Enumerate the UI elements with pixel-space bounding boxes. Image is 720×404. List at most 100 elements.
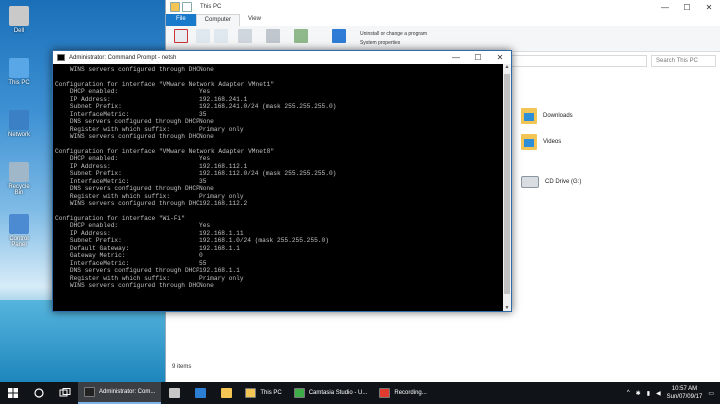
- task-view-icon[interactable]: [52, 382, 78, 404]
- folder-videos[interactable]: Videos: [521, 134, 561, 150]
- file-explorer-icon-glyph: [220, 388, 232, 398]
- desktop-icon-label: Recycle Bin: [8, 184, 30, 196]
- quick-access-icon[interactable]: [182, 2, 192, 12]
- config-value: None: [199, 185, 214, 193]
- config-line: Default Gateway: 192.168.1.1: [55, 245, 503, 252]
- config-line: IP Address: 192.168.241.1: [55, 96, 503, 103]
- config-line: Subnet Prefix: 192.168.112.0/24 (mask 255…: [55, 170, 503, 177]
- edge-icon[interactable]: [187, 382, 213, 404]
- config-key: IP Address:: [55, 162, 111, 170]
- config-value: Yes: [199, 222, 211, 230]
- config-key: DHCP enabled:: [55, 88, 119, 96]
- config-line: Subnet Prefix: 192.168.241.0/24 (mask 255…: [55, 103, 503, 110]
- config-value: Yes: [199, 155, 211, 163]
- maximize-button[interactable]: ☐: [676, 3, 698, 12]
- tab-file[interactable]: File: [166, 14, 196, 26]
- config-key: WINS servers configured through DHCP:: [55, 200, 199, 208]
- config-key: WINS servers configured through DHCP:: [55, 133, 199, 141]
- app-icon: [84, 387, 95, 397]
- taskbar: Administrator: Com... This PC Camtasia Stu…: [0, 382, 720, 404]
- command-prompt-window[interactable]: Administrator: Command Prompt - netsh — …: [52, 50, 512, 312]
- cmd-icon: [57, 54, 65, 61]
- config-key: Subnet Prefix:: [55, 237, 122, 245]
- cmd-maximize-button[interactable]: ☐: [467, 53, 489, 62]
- open-icon[interactable]: [196, 29, 210, 43]
- file-explorer-icon[interactable]: [213, 382, 239, 404]
- minimize-button[interactable]: —: [654, 3, 676, 12]
- config-line: Register with which suffix: Primary only: [55, 275, 503, 282]
- system-tray: ^ ✱ ▮ ◀ 10:57 AM Sun/07/09/17 ▭: [627, 385, 720, 401]
- drive-cd[interactable]: CD Drive (G:): [521, 176, 581, 188]
- desktop-icon[interactable]: Dell: [4, 6, 34, 34]
- taskbar-app-label: Administrator: Com...: [99, 389, 156, 395]
- start-icon[interactable]: [0, 382, 26, 404]
- volume-icon[interactable]: ◀: [656, 390, 661, 397]
- config-line: WINS servers configured through DHCP: Non…: [55, 66, 503, 73]
- taskbar-app-label: Camtasia Studio - U...: [308, 390, 368, 396]
- config-key: WINS servers configured through DHCP:: [55, 66, 199, 73]
- uninstall-link[interactable]: Uninstall or change a program: [360, 31, 427, 37]
- cmd-title: Administrator: Command Prompt - netsh: [69, 54, 177, 61]
- store-icon[interactable]: [161, 382, 187, 404]
- network-location-icon[interactable]: [294, 29, 308, 43]
- desktop-icon[interactable]: Control Panel: [4, 214, 34, 248]
- cortana-icon[interactable]: [26, 382, 52, 404]
- config-line: DNS servers configured through DHCP: None: [55, 118, 503, 125]
- config-value: 192.168.241.0/24 (mask 255.255.255.0): [199, 103, 337, 111]
- network-icon[interactable]: ▮: [647, 390, 650, 397]
- desktop-shortcut-icon: [9, 214, 29, 234]
- videos-folder-icon: [521, 134, 537, 150]
- desktop-icon[interactable]: Network: [4, 110, 34, 138]
- scroll-up-icon[interactable]: ▲: [503, 64, 511, 70]
- taskbar-app-button[interactable]: Recording...: [373, 382, 432, 404]
- close-button[interactable]: ✕: [698, 3, 720, 12]
- chevron-up-icon[interactable]: ^: [627, 390, 630, 396]
- config-value: 55: [199, 259, 207, 267]
- properties-icon[interactable]: [174, 29, 188, 43]
- drive-label: CD Drive (G:): [545, 179, 582, 185]
- config-key: DNS servers configured through DHCP:: [55, 118, 199, 126]
- config-value: None: [199, 133, 214, 141]
- system-properties-link[interactable]: System properties: [360, 40, 400, 46]
- scroll-down-icon[interactable]: ▼: [503, 305, 511, 311]
- cmd-close-button[interactable]: ✕: [489, 53, 511, 62]
- folder-downloads[interactable]: Downloads: [521, 108, 573, 124]
- settings-icon[interactable]: [332, 29, 346, 43]
- config-line: WINS servers configured through DHCP: Non…: [55, 133, 503, 140]
- notifications-icon[interactable]: ▭: [708, 390, 714, 397]
- rename-icon[interactable]: [214, 29, 228, 43]
- access-media-icon[interactable]: [238, 29, 252, 43]
- config-key: InterfaceMetric:: [55, 177, 130, 185]
- taskbar-app-button[interactable]: Camtasia Studio - U...: [288, 382, 374, 404]
- config-key: Register with which suffix:: [55, 192, 171, 200]
- config-key: DNS servers configured through DHCP:: [55, 185, 199, 193]
- clock-date: Sun/07/09/17: [666, 394, 703, 400]
- taskbar-app-button[interactable]: Administrator: Com...: [78, 382, 162, 404]
- config-value: 192.168.1.11: [199, 229, 244, 237]
- cmd-titlebar[interactable]: Administrator: Command Prompt - netsh — …: [53, 51, 511, 64]
- desktop-icon[interactable]: This PC: [4, 58, 34, 86]
- tab-computer[interactable]: Computer: [195, 14, 241, 26]
- clock[interactable]: 10:57 AM Sun/07/09/17: [667, 385, 703, 401]
- config-key: IP Address:: [55, 95, 111, 103]
- downloads-folder-icon: [521, 108, 537, 124]
- desktop-icon[interactable]: Recycle Bin: [4, 162, 34, 196]
- cmd-scrollbar[interactable]: ▲ ▼: [503, 64, 511, 311]
- scroll-thumb[interactable]: [504, 74, 510, 294]
- cmd-minimize-button[interactable]: —: [445, 53, 467, 62]
- map-drive-icon[interactable]: [266, 29, 280, 43]
- config-key: Subnet Prefix:: [55, 103, 122, 111]
- search-input[interactable]: Search This PC: [651, 55, 716, 67]
- bluetooth-icon[interactable]: ✱: [636, 390, 641, 397]
- interface-header: Configuration for interface "Wi-Fi": [55, 215, 185, 223]
- taskbar-app-button[interactable]: This PC: [239, 382, 287, 404]
- edge-icon-glyph: [194, 388, 206, 398]
- tab-view[interactable]: View: [240, 14, 269, 26]
- config-value: 192.168.112.1: [199, 162, 248, 170]
- config-value: None: [199, 66, 214, 73]
- desktop-shortcut-icon: [9, 110, 29, 130]
- config-line: Register with which suffix: Primary only: [55, 126, 503, 133]
- cmd-output[interactable]: WINS servers configured through DHCP: Non…: [53, 64, 503, 311]
- config-key: InterfaceMetric:: [55, 259, 130, 267]
